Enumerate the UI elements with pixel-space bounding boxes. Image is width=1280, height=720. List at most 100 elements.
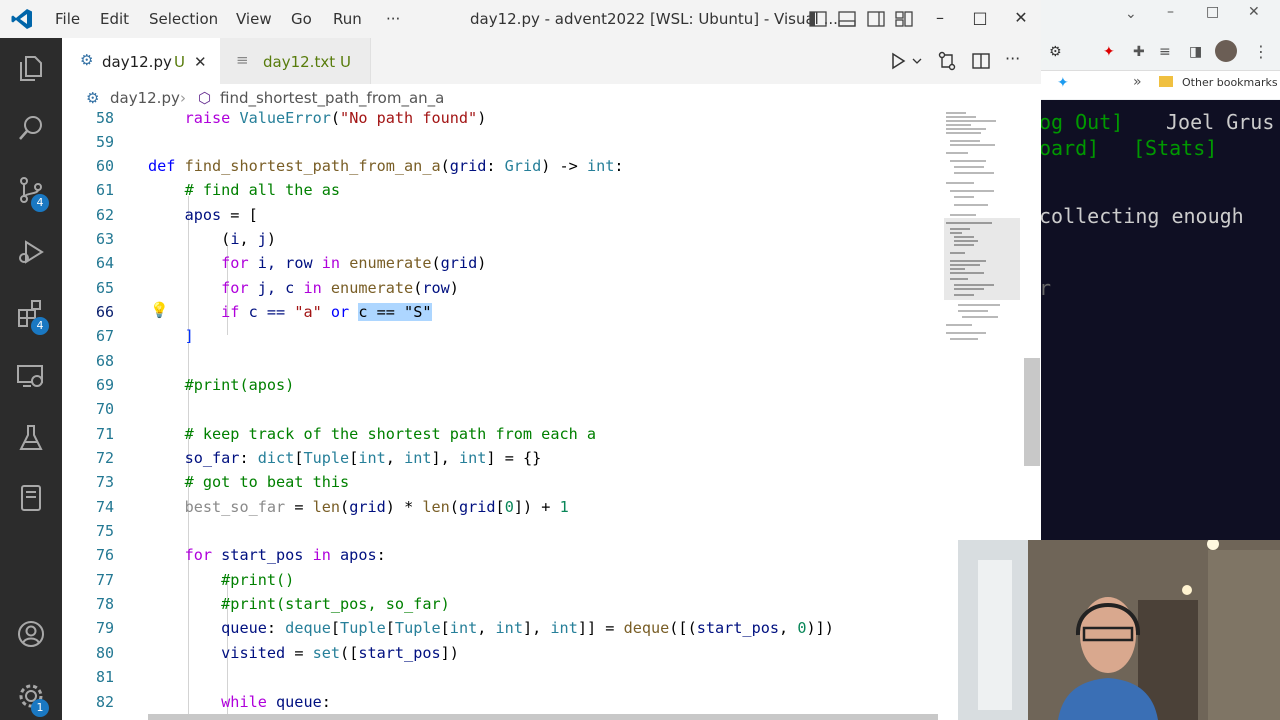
code-line: 78 #print(start_pos, so_far) (62, 592, 942, 616)
menu-more[interactable]: ··· (386, 10, 400, 28)
extension-icon[interactable]: ✦ (1103, 44, 1115, 60)
vscode-window: File Edit Selection View Go Run ··· day1… (0, 0, 1041, 720)
maximize-button[interactable]: □ (965, 8, 995, 27)
toggle-secondary-sidebar-icon[interactable] (866, 9, 886, 29)
close-icon[interactable]: ✕ (1248, 4, 1260, 20)
minimize-icon[interactable]: – (1167, 4, 1174, 20)
toggle-panel-icon[interactable] (837, 9, 857, 29)
code-line: 65 for j, c in enumerate(row) (62, 276, 942, 300)
editor-actions: ··· (881, 38, 1041, 84)
code-editor[interactable]: 58 raise ValueError("No path found") 59 … (62, 110, 1041, 720)
compare-changes-icon[interactable] (937, 51, 957, 71)
line-number: 74 (95, 498, 114, 516)
activity-bar: 4 4 1 (0, 38, 62, 720)
code-line: 79 queue: deque[Tuple[Tuple[int, int], i… (62, 616, 942, 640)
split-editor-icon[interactable] (971, 51, 991, 71)
extension-icon[interactable]: ⚙ (1049, 44, 1062, 60)
code-text: raise ValueError("No path found") (184, 110, 487, 127)
code-text: #print(start_pos, so_far) (221, 595, 450, 613)
leaderboard-link[interactable]: oard] (1041, 136, 1099, 160)
menu-file[interactable]: File (55, 10, 80, 28)
webcam-overlay (958, 540, 1280, 720)
code-text: def find_shortest_path_from_an_a(grid: G… (148, 157, 624, 175)
account-icon[interactable] (15, 618, 47, 650)
other-bookmarks[interactable]: Other bookmarks (1182, 76, 1278, 89)
advent-of-code-page: og Out] Joel Grus oard] [Stats] collecti… (1041, 100, 1280, 540)
code-text: for j, c in enumerate(row) (221, 279, 459, 297)
breadcrumb-symbol[interactable]: find_shortest_path_from_an_a (220, 89, 444, 107)
chevron-down-icon[interactable] (911, 55, 923, 67)
run-debug-icon[interactable] (15, 236, 47, 268)
code-text: queue: deque[Tuple[Tuple[int, int], int]… (221, 619, 834, 637)
close-window-button[interactable]: ✕ (1006, 8, 1036, 27)
horizontal-scrollbar[interactable] (148, 714, 938, 720)
menu-edit[interactable]: Edit (100, 10, 129, 28)
code-line: 75 (62, 519, 942, 543)
code-text: if c == "a" or c == "S" (221, 303, 432, 321)
text-file-icon: ≡ (236, 51, 249, 69)
breadcrumb-separator-icon: › (180, 89, 186, 107)
menu-selection[interactable]: Selection (149, 10, 218, 28)
menu-view[interactable]: View (236, 10, 272, 28)
profile-avatar[interactable] (1215, 40, 1237, 62)
line-number: 69 (95, 376, 114, 394)
line-number: 63 (95, 230, 114, 248)
menu-go[interactable]: Go (291, 10, 312, 28)
reading-list-icon[interactable]: ≡ (1159, 44, 1171, 60)
vertical-scrollbar[interactable] (1024, 358, 1040, 466)
line-number: 64 (95, 254, 114, 272)
line-number: 76 (95, 546, 114, 564)
folder-icon (1159, 76, 1173, 87)
line-number: 61 (95, 181, 114, 199)
code-line: 69 #print(apos) (62, 373, 942, 397)
maximize-icon[interactable]: □ (1206, 4, 1219, 20)
tab-status: U (174, 53, 185, 71)
code-text: so_far: dict[Tuple[int, int], int] = {} (184, 449, 542, 467)
code-line: 77 #print() (62, 568, 942, 592)
more-actions-icon[interactable]: ··· (1005, 49, 1020, 68)
side-panel-icon[interactable]: ◨ (1189, 44, 1202, 60)
chevron-down-icon[interactable]: ⌄ (1125, 6, 1137, 22)
twitter-bookmark-icon[interactable]: ✦ (1057, 75, 1069, 91)
code-text: ] (184, 327, 194, 345)
logout-link[interactable]: og Out] (1041, 110, 1123, 134)
tab-day12-py[interactable]: ⚙ day12.py U ✕ (62, 38, 220, 84)
bookmarks-overflow[interactable]: » (1133, 74, 1142, 90)
remote-explorer-icon[interactable] (15, 360, 47, 392)
breadcrumb-file[interactable]: day12.py (110, 89, 180, 107)
more-menu-icon[interactable]: ⋮ (1253, 42, 1269, 61)
code-line: 71 # keep track of the shortest path fro… (62, 422, 942, 446)
extensions-puzzle-icon[interactable]: ✚ (1133, 44, 1145, 60)
code-text: (i, j) (221, 230, 277, 248)
minimize-button[interactable]: – (925, 8, 955, 27)
run-python-file-icon[interactable] (889, 52, 907, 70)
line-number: 66 (95, 303, 114, 321)
code-text: best_so_far = len(grid) * len(grid[0]) +… (184, 498, 569, 516)
tab-label: day12.txt (263, 53, 336, 71)
code-text: apos = [ (184, 206, 258, 224)
python-file-icon: ⚙ (86, 89, 100, 107)
line-number: 60 (95, 157, 114, 175)
tab-day12-txt[interactable]: ≡ day12.txt U (220, 38, 371, 84)
text-selection: c == "S" (358, 303, 432, 321)
code-text: for start_pos in apos: (184, 546, 386, 564)
source-control-badge: 4 (31, 194, 49, 212)
tab-close-icon[interactable]: ✕ (194, 53, 207, 71)
code-line: 59 (62, 130, 942, 154)
line-number: 80 (95, 644, 114, 662)
code-text: while queue: (221, 693, 331, 711)
code-text: visited = set([start_pos]) (221, 644, 459, 662)
customize-layout-icon[interactable] (894, 9, 914, 29)
search-icon[interactable] (15, 112, 47, 144)
code-text: # got to beat this (184, 473, 350, 491)
code-line: 82 while queue: (62, 690, 942, 714)
explorer-icon[interactable] (15, 52, 47, 84)
line-number: 62 (95, 206, 114, 224)
remote-window-icon[interactable] (15, 482, 47, 514)
stats-link[interactable]: [Stats] (1133, 136, 1217, 160)
testing-icon[interactable] (15, 422, 47, 454)
menu-run[interactable]: Run (333, 10, 362, 28)
toggle-primary-sidebar-icon[interactable] (808, 9, 828, 29)
line-number: 58 (95, 110, 114, 127)
code-line: 61 # find all the as (62, 178, 942, 202)
